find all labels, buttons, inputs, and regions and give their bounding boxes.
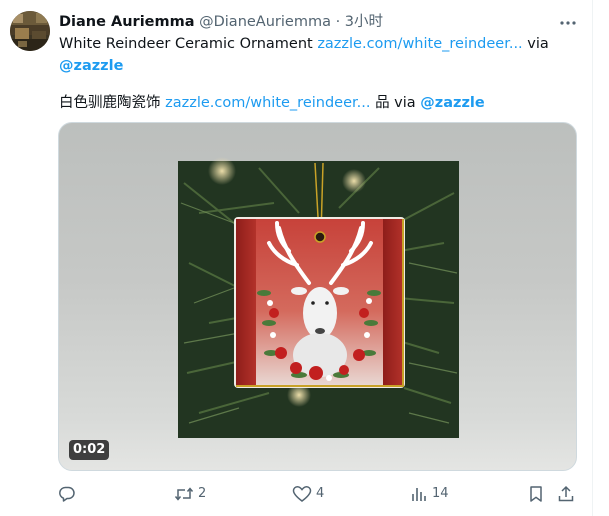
heart-icon bbox=[292, 486, 312, 502]
tweet-text: White Reindeer Ceramic Ornament zazzle.c… bbox=[59, 33, 579, 114]
tweet-line-1-text: White Reindeer Ceramic Ornament bbox=[59, 36, 318, 52]
tweet-line-1: White Reindeer Ceramic Ornament zazzle.c… bbox=[59, 33, 579, 55]
video-frame bbox=[178, 157, 459, 438]
reply-icon bbox=[59, 486, 75, 502]
header-separator: · bbox=[335, 14, 341, 30]
video-player[interactable]: 0:02 bbox=[58, 122, 577, 471]
share-button[interactable] bbox=[557, 484, 575, 504]
analytics-icon bbox=[412, 488, 426, 501]
product-link-2[interactable]: zazzle.com/white_reindeer... bbox=[165, 95, 370, 111]
tweet-line-2-suffix: 品 via bbox=[370, 95, 421, 111]
retweet-count: 2 bbox=[198, 486, 207, 501]
tweet-line-2-text: 白色驯鹿陶瓷饰 bbox=[59, 95, 166, 111]
share-icon bbox=[558, 485, 574, 502]
bookmark-button[interactable] bbox=[527, 484, 545, 504]
retweet-button[interactable]: 2 bbox=[174, 484, 206, 504]
like-count: 4 bbox=[316, 486, 325, 501]
mention-zazzle-2[interactable]: @zazzle bbox=[420, 95, 484, 111]
views-count: 14 bbox=[432, 486, 449, 501]
retweet-icon bbox=[174, 487, 194, 501]
author-display-name[interactable]: Diane Auriemma bbox=[59, 14, 195, 30]
more-icon[interactable] bbox=[558, 15, 578, 31]
avatar[interactable] bbox=[10, 11, 50, 51]
like-button[interactable]: 4 bbox=[292, 484, 324, 504]
video-duration-badge: 0:02 bbox=[69, 440, 110, 460]
tweet-timestamp[interactable]: 3小时 bbox=[345, 14, 383, 30]
author-handle[interactable]: @DianeAuriemma bbox=[199, 14, 331, 30]
column-divider bbox=[592, 0, 593, 516]
tweet-header: Diane Auriemma @DianeAuriemma · 3小时 bbox=[59, 12, 383, 32]
tweet-line-1b: @zazzle bbox=[59, 55, 579, 77]
views-button[interactable]: 14 bbox=[410, 484, 449, 504]
mention-zazzle[interactable]: @zazzle bbox=[59, 58, 123, 74]
avatar-image bbox=[10, 11, 50, 51]
product-link[interactable]: zazzle.com/white_reindeer... bbox=[317, 36, 522, 52]
bookmark-icon bbox=[530, 486, 542, 502]
tweet[interactable]: Diane Auriemma @DianeAuriemma · 3小时 Whit… bbox=[0, 0, 609, 516]
action-bar: 2 4 14 bbox=[0, 484, 592, 504]
tweet-line-2: 白色驯鹿陶瓷饰 zazzle.com/white_reindeer... 品 v… bbox=[59, 92, 579, 114]
tweet-line-1-via: via bbox=[522, 36, 549, 52]
reply-button[interactable] bbox=[58, 484, 80, 504]
